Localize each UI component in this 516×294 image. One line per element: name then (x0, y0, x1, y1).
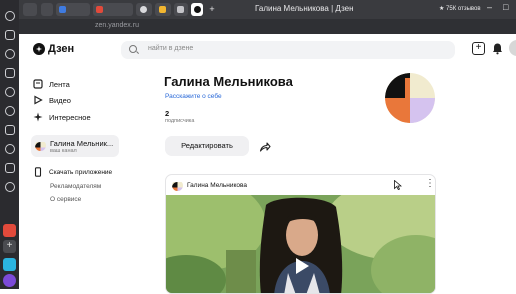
tab-4[interactable] (136, 3, 152, 16)
tab-2[interactable] (56, 3, 90, 16)
post-card[interactable]: Галина Мельникова ⋮ (165, 174, 436, 294)
search-input[interactable]: найти в дзене (121, 41, 455, 59)
mail-app-icon[interactable] (3, 224, 16, 237)
channel-avatar (35, 140, 46, 151)
zen-logo[interactable]: Дзен (33, 43, 74, 55)
alice-app-icon[interactable] (3, 274, 16, 287)
channel-name: Галина Мельник... (50, 139, 114, 148)
new-tab-button[interactable]: + (206, 3, 218, 16)
sidebar-item-label: Видео (49, 95, 71, 105)
add-app-icon[interactable]: + (3, 240, 16, 253)
share-icon[interactable] (259, 140, 271, 152)
extensions-icon[interactable] (5, 163, 15, 173)
clock-icon[interactable] (5, 11, 15, 21)
search-icon (129, 45, 137, 53)
zen-page: Дзен найти в дзене + Лента Видео Интерес… (19, 34, 516, 294)
downloads-icon[interactable] (5, 144, 15, 154)
sidebar-item-interesting[interactable]: Интересное (33, 110, 91, 124)
about-me-link[interactable]: Расскажите о себе (165, 93, 222, 100)
maximize-button[interactable]: □ (503, 2, 508, 12)
subscribers-label: подписчика (165, 118, 195, 124)
history-icon[interactable] (5, 49, 15, 59)
subscribers-count: 2 (165, 109, 170, 118)
profile-avatar[interactable] (385, 73, 435, 123)
sidebar-item-my-channel[interactable]: Галина Мельник... ваш канал (31, 135, 119, 157)
browser-tab-bar: + Галина Мельникова | Дзен ★ 75К отзывов… (19, 0, 516, 19)
url-text[interactable]: zen.yandex.ru (95, 22, 139, 29)
phone-icon (33, 167, 43, 177)
browser-sidebar: + (0, 0, 19, 289)
advertisers-link[interactable]: Рекламодателям (50, 183, 101, 190)
messenger-app-icon[interactable] (3, 258, 16, 271)
feed-icon (33, 79, 43, 89)
address-bar[interactable]: zen.yandex.ru (19, 19, 516, 34)
home-tab[interactable] (23, 3, 37, 16)
edit-profile-button[interactable]: Редактировать (165, 136, 249, 156)
post-author-name[interactable]: Галина Мельникова (187, 182, 247, 189)
sidebar-item-label: Интересное (49, 112, 91, 122)
tab-zen-active[interactable] (191, 3, 203, 16)
reviews-badge[interactable]: ★ 75К отзывов (439, 5, 481, 12)
sidebar-item-video[interactable]: Видео (33, 93, 71, 107)
tab-5[interactable] (155, 3, 171, 16)
sparkle-icon (33, 112, 43, 122)
more-options-icon[interactable]: ⋮ (425, 179, 435, 189)
media-icon[interactable] (5, 87, 15, 97)
collections-icon[interactable] (5, 68, 15, 78)
tab-6[interactable] (174, 3, 188, 16)
page-title: Галина Мельникова | Дзен (255, 4, 354, 13)
tab-3[interactable] (93, 3, 133, 16)
search-placeholder: найти в дзене (148, 45, 194, 52)
bell-icon[interactable] (491, 42, 504, 55)
tab-1[interactable] (41, 3, 53, 16)
profile-name: Галина Мельникова (164, 74, 293, 89)
music-icon[interactable] (5, 106, 15, 116)
channel-subtitle: ваш канал (50, 148, 77, 154)
settings-icon[interactable] (5, 182, 15, 192)
logo-text: Дзен (48, 43, 75, 55)
minimize-button[interactable]: – (487, 2, 492, 12)
about-service-link[interactable]: О сервисе (50, 196, 81, 203)
notes-icon[interactable] (5, 125, 15, 135)
avatar[interactable] (509, 40, 516, 56)
mouse-cursor-icon (394, 177, 403, 191)
sidebar-item-feed[interactable]: Лента (33, 77, 70, 91)
post-author-avatar (172, 180, 183, 191)
bookmarks-icon[interactable] (5, 30, 15, 40)
play-icon[interactable] (290, 255, 312, 277)
video-thumbnail[interactable] (166, 195, 435, 293)
sidebar-item-label: Лента (49, 79, 70, 89)
create-post-button[interactable]: + (472, 42, 485, 55)
download-app-link[interactable]: Скачать приложение (33, 165, 112, 179)
download-app-label: Скачать приложение (49, 168, 113, 176)
video-icon (33, 95, 43, 105)
zen-logo-icon (33, 43, 45, 55)
